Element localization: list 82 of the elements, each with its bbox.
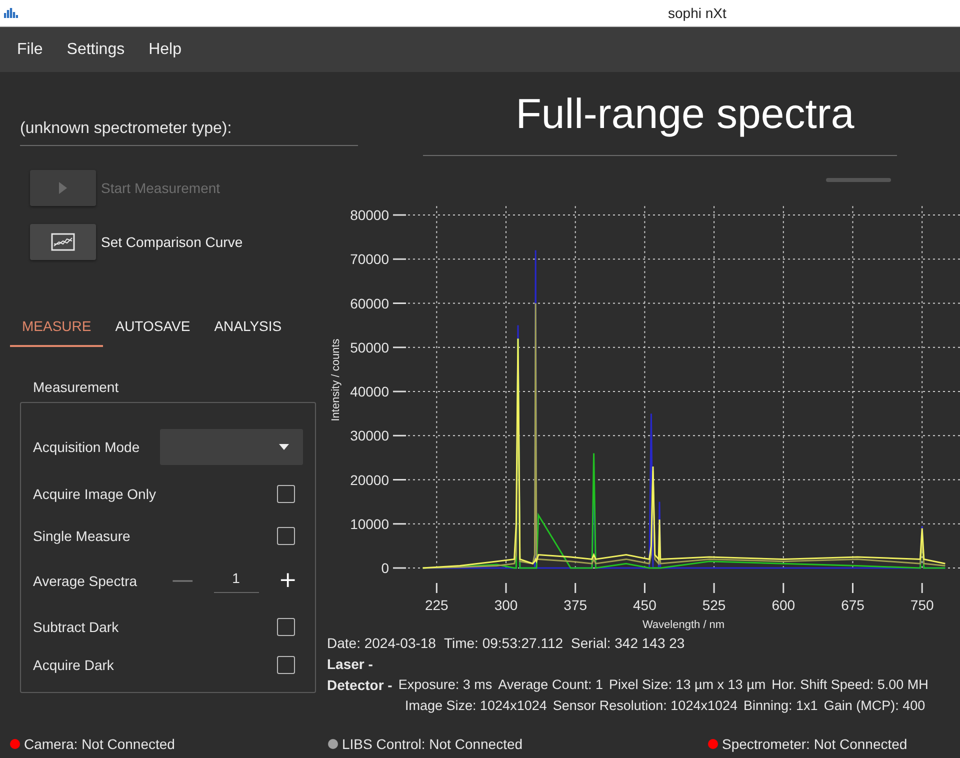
tick-label: 40000 [350, 384, 389, 400]
play-icon [58, 181, 68, 195]
tick-mark [436, 583, 438, 593]
checkbox-label: Acquire Dark [33, 657, 114, 673]
comparison-button[interactable] [30, 224, 96, 260]
info-text: Image Size: 1024x1024 [405, 698, 547, 713]
field-label: Acquisition Mode [33, 439, 140, 455]
tick-mark [393, 479, 406, 480]
info-text: Sensor Resolution: 1024x1024 [552, 698, 738, 713]
tick-label: 675 [841, 597, 864, 613]
status-text: Camera: Not Connected [24, 736, 175, 752]
tick-label: 600 [772, 597, 796, 613]
tick-mark [393, 523, 406, 525]
checkbox-label: Acquire Image Only [33, 486, 156, 502]
menu-item[interactable]: Settings [58, 40, 134, 58]
section-label: Detector - [327, 677, 392, 693]
plus-button[interactable]: + [272, 570, 303, 592]
info-text: Hor. Shift Speed: 5.00 MH [772, 677, 928, 693]
chart-icon [51, 233, 75, 251]
tick-label: 750 [910, 597, 934, 613]
tick-label: 10000 [350, 516, 389, 532]
tick-mark [393, 258, 406, 260]
tick-label: 50000 [350, 339, 389, 356]
caret-icon [279, 444, 289, 450]
drag-handle[interactable] [826, 178, 891, 182]
status-text: Spectrometer: Not Connected [722, 736, 908, 752]
plot-title: Full-range spectra [516, 90, 854, 138]
tick-mark [852, 583, 854, 593]
tick-label: 225 [424, 597, 448, 613]
section-label: Laser - [327, 656, 373, 672]
info-text: Serial: 342 143 23 [571, 635, 685, 651]
button-label: Start Measurement [101, 180, 220, 196]
info-text: Date: 2024-03-18 [327, 635, 436, 651]
menu-item[interactable]: Help [140, 40, 190, 58]
axis-title: Intensity / counts [330, 338, 342, 422]
checkbox[interactable] [277, 527, 295, 545]
tick-mark [574, 583, 576, 593]
tick-mark [393, 214, 406, 216]
checkbox[interactable] [277, 618, 295, 636]
tick-mark [782, 583, 784, 593]
tick-mark [505, 583, 507, 593]
tick-label: 30000 [350, 428, 389, 444]
checkbox[interactable] [277, 485, 295, 503]
tick-label: 300 [494, 597, 518, 613]
button-label: Set Comparison Curve [101, 234, 243, 250]
tick-mark [644, 583, 646, 593]
tick-mark [393, 434, 406, 436]
tick-label: 525 [702, 597, 726, 613]
info-text: Average Count: 1 [498, 677, 603, 693]
number-field[interactable]: 1 [214, 570, 259, 592]
tab[interactable]: MEASURE [10, 308, 104, 347]
checkbox-label: Subtract Dark [33, 619, 119, 635]
info-text: Exposure: 3 ms [398, 677, 492, 693]
tick-label: 0 [381, 560, 389, 576]
field-label: Average Spectra [33, 573, 138, 589]
tick-mark [393, 302, 406, 304]
info-text: Pixel Size: 13 µm x 13 µm [608, 677, 766, 693]
tick-label: 80000 [350, 207, 389, 223]
spectrometer-label: (unknown spectrometer type): [20, 120, 232, 137]
group-title: Measurement [33, 379, 119, 395]
app-logo-icon [4, 7, 18, 19]
tab[interactable]: AUTOSAVE [103, 308, 202, 347]
tick-label: 70000 [350, 251, 389, 268]
tick-label: 20000 [350, 472, 389, 488]
tick-mark [393, 390, 406, 392]
checkbox[interactable] [277, 656, 295, 674]
tick-mark [921, 583, 923, 593]
window-title: sophi nXt [668, 5, 726, 21]
tick-mark [393, 346, 406, 348]
info-text: Gain (MCP): 400 [824, 698, 926, 713]
axis-title: Wavelength / nm [642, 619, 725, 631]
menu-item[interactable]: File [8, 40, 52, 58]
tick-label: 60000 [350, 295, 389, 312]
status-text: LIBS Control: Not Connected [342, 736, 523, 752]
tick-label: 450 [633, 597, 656, 613]
checkbox-label: Single Measure [33, 528, 130, 544]
tick-mark [713, 583, 715, 593]
info-text: Binning: 1x1 [744, 698, 818, 713]
info-text: Time: 09:53:27.112 [444, 635, 564, 651]
tab[interactable]: ANALYSIS [202, 308, 294, 347]
tick-mark [393, 567, 406, 569]
tick-label: 375 [564, 597, 588, 613]
